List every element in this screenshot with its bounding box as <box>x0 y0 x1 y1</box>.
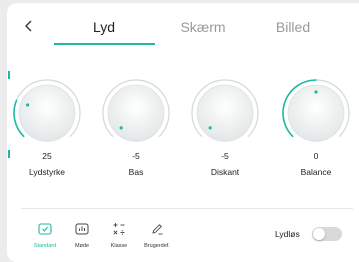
diskant-label: Diskant <box>210 167 240 177</box>
tab-skaerm[interactable]: Skærm <box>158 19 248 35</box>
lydstyrke-dial[interactable] <box>7 79 87 149</box>
dial-knob[interactable] <box>196 84 254 142</box>
dial-knob[interactable] <box>18 84 76 142</box>
mute-label: Lydløs <box>275 229 300 239</box>
mode-klasse[interactable]: Klasse <box>99 219 139 249</box>
mode-standard-label: Standard <box>33 243 57 249</box>
mode-standard[interactable]: Standard <box>25 219 65 249</box>
mode-moede-label: Møde <box>74 243 90 249</box>
pencil-icon <box>152 224 163 235</box>
header: Lyd Skærm Billed <box>7 3 359 49</box>
balance-label: Balance <box>300 167 332 177</box>
tab-billed[interactable]: Billed <box>248 19 338 35</box>
knob-row: 25 Lydstyrke -5 Bas -5 Diskant 0 Balance <box>7 79 359 189</box>
lydstyrke-label: Lydstyrke <box>28 167 66 177</box>
diskant-value: -5 <box>221 151 229 161</box>
edge-marker-bottom <box>8 150 10 158</box>
chevron-left-icon <box>25 20 32 32</box>
bas-value: -5 <box>132 151 140 161</box>
dial-indicator-dot <box>314 90 318 94</box>
balance-dial[interactable] <box>276 79 356 149</box>
sound-mode-bar: Standard Møde Klasse Brugerdef. <box>25 219 245 255</box>
equalizer-bars-icon <box>75 223 89 235</box>
balance-value: 0 <box>313 151 319 161</box>
dial-knob[interactable] <box>107 84 165 142</box>
knob-balance[interactable]: 0 Balance <box>276 79 356 177</box>
mode-brugerdef[interactable]: Brugerdef. <box>137 219 177 249</box>
mute-toggle-thumb <box>313 228 325 240</box>
bas-dial[interactable] <box>96 79 176 149</box>
sound-settings-panel: Lyd Skærm Billed 25 Lydstyrke -5 Bas -5 … <box>7 3 359 262</box>
mode-moede[interactable]: Møde <box>62 219 102 249</box>
check-square-icon <box>38 223 52 235</box>
dial-indicator-dot <box>208 126 212 130</box>
edge-marker-top <box>8 71 10 79</box>
divider <box>21 208 353 209</box>
mode-klasse-label: Klasse <box>110 243 128 249</box>
lydstyrke-value: 25 <box>42 151 52 161</box>
back-button[interactable] <box>19 16 39 36</box>
knob-bas[interactable]: -5 Bas <box>96 79 176 177</box>
bas-label: Bas <box>128 167 144 177</box>
diskant-dial[interactable] <box>185 79 265 149</box>
tab-lyd[interactable]: Lyd <box>59 19 149 35</box>
knob-diskant[interactable]: -5 Diskant <box>185 79 265 177</box>
mute-toggle[interactable] <box>312 227 342 241</box>
math-symbols-icon <box>113 223 125 235</box>
dial-indicator-dot <box>119 126 123 130</box>
active-tab-indicator <box>54 43 155 45</box>
mode-brugerdef-label: Brugerdef. <box>144 243 170 249</box>
knob-lydstyrke[interactable]: 25 Lydstyrke <box>7 79 87 177</box>
dial-indicator-dot <box>26 103 30 107</box>
